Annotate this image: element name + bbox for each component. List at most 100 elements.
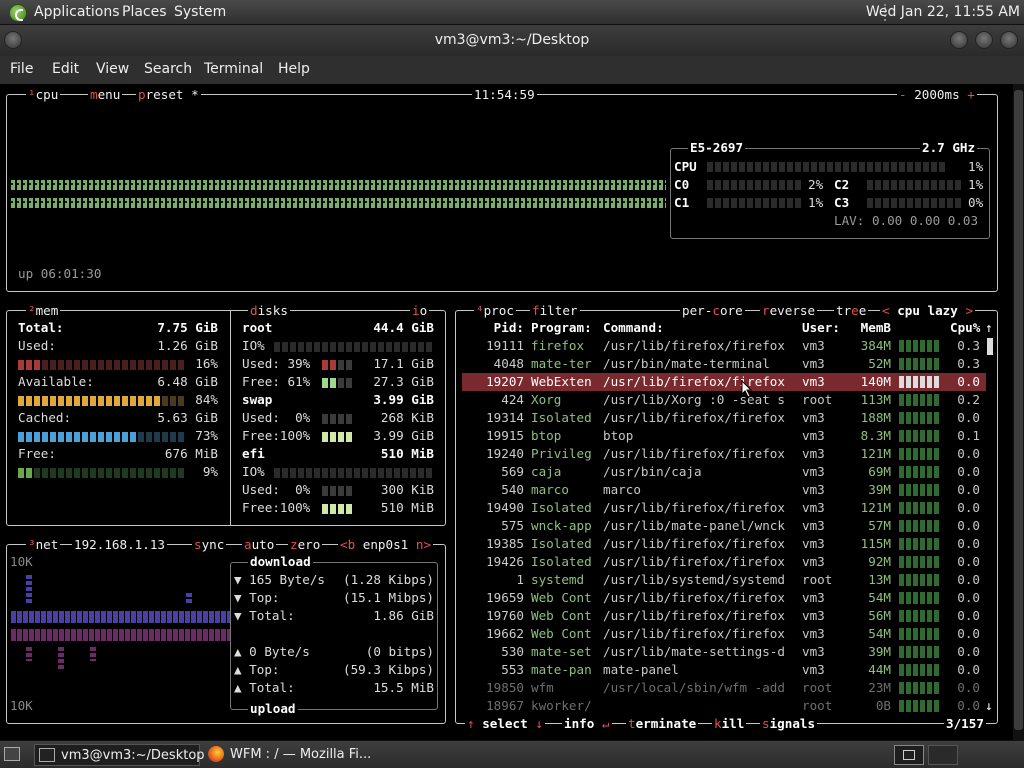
proc-info-button[interactable]: info ↵ [562,717,612,731]
close-button[interactable] [1000,31,1018,49]
cpu-freq: 2.7 GHz [920,140,978,155]
menu-view[interactable]: View [96,61,129,77]
col-mem[interactable]: MemB [857,319,891,337]
col-user[interactable]: User: [802,319,840,337]
net-dl-total: 1.86 GiB [373,608,434,623]
cell-pid: 575 [501,518,524,533]
maximize-button[interactable] [975,31,993,49]
distro-logo-icon[interactable] [9,4,27,22]
window-titlebar[interactable]: vm3@vm3:~/Desktop [0,25,1024,56]
net-sync-toggle[interactable]: sync [192,538,227,552]
proc-box-title[interactable]: ⁴proc [474,304,516,318]
table-row[interactable]: 4048 mate-ter/usr/bin/mate-terminal vm3 52M… [462,355,986,373]
cpu-interval[interactable]: - 2000ms + [897,88,977,102]
proc-scroll-up-icon[interactable]: ↑ [985,319,993,337]
table-row[interactable]: 18967 kworker/root 0B 0.0 [462,697,986,715]
table-row[interactable]: 553 mate-pan mate-panel vm3 44M 0.0 [462,661,986,679]
net-dl-rate-bits: (1.28 Kibps) [343,572,434,587]
places-menu[interactable]: Places [122,4,167,20]
menu-edit[interactable]: Edit [52,61,79,77]
proc-select-control[interactable]: ↑ select ↓ [465,717,545,731]
terminal-scrollbar[interactable] [1013,84,1024,740]
cell-pid: 569 [501,464,524,479]
cpu-box-title[interactable]: ¹cpu [26,88,61,102]
table-row[interactable]: 19662 Web Cont/usr/lib/firefox/firefox vm3… [462,625,986,643]
table-row[interactable]: 540 marco marco vm3 39M 0.0 [462,481,986,499]
workspace-2[interactable] [928,745,958,765]
core-c2-meter [867,180,963,190]
cell-program: mate-pan [531,662,592,677]
proc-kill-button[interactable]: kill [712,717,747,731]
disks-box-title[interactable]: disks [248,304,290,318]
table-row[interactable]: 19314 Isolated/usr/lib/firefox/firefox vm3… [462,409,986,427]
cell-user: vm3 [802,410,825,425]
minimize-button[interactable] [950,31,968,49]
workspace-switcher[interactable] [894,745,924,765]
menu-search[interactable]: Search [144,61,192,77]
col-pid[interactable]: Pid: [462,319,524,337]
cell-user: vm3 [802,464,825,479]
table-row[interactable]: 424 Xorg/usr/lib/Xorg :0 -seat s root 113M 0… [462,391,986,409]
proc-terminate-button[interactable]: terminate [626,717,699,731]
table-row[interactable]: 569 caja/usr/bin/caja vm3 69M 0.0 [462,463,986,481]
cell-cpu: 0.0 [957,572,980,587]
table-row[interactable]: 19426 Isolated/usr/lib/firefox/firefox vm3… [462,553,986,571]
task-terminal[interactable]: vm3@vm3:~/Desktop [34,744,205,766]
cell-user: vm3 [802,428,825,443]
terminal-area[interactable]: ¹cpu menu preset * 11:54:59 - 2000ms + u… [0,84,1024,740]
cell-cpu-graph [899,556,939,568]
cpu-menu-button[interactable]: menu [88,88,123,102]
col-program[interactable]: Program: [531,319,592,337]
cell-cpu: 0.0 [957,626,980,641]
net-dl-rate: ▼ 165 Byte/s [234,572,325,587]
table-row[interactable]: 19850 wfm/usr/local/sbin/wfm -add root 23M 0… [462,679,986,697]
table-row[interactable]: 19659 Web Cont/usr/lib/firefox/firefox vm3… [462,589,986,607]
cell-program: marco [531,482,569,497]
cell-user: vm3 [802,500,825,515]
col-cpu[interactable]: Cpu% [950,319,980,337]
cell-pid: 19111 [486,338,524,353]
applications-menu[interactable]: Applications [34,4,120,20]
table-row[interactable]: 19385 Isolated/usr/lib/firefox/firefox vm3… [462,535,986,553]
proc-tree-toggle[interactable]: tree [834,304,869,318]
net-interface[interactable]: <b enp0s1 n> [338,538,434,552]
show-desktop-icon[interactable] [4,747,20,761]
cell-program: kworker/ [531,698,592,713]
table-row[interactable]: 19760 Web Cont/usr/lib/firefox/firefox vm3… [462,607,986,625]
table-row[interactable]: 530 mate-set/usr/lib/mate-settings-d vm3 39… [462,643,986,661]
cell-command: /usr/lib/mate-settings-d [603,644,785,659]
disks-io-toggle[interactable]: io [410,304,430,318]
clock[interactable]: Wed Jan 22, 11:55 AM [866,4,1020,20]
task-firefox[interactable]: WFM : / — Mozilla Fi... [204,744,384,766]
net-box-title[interactable]: ³net [26,538,61,552]
table-row[interactable]: 1 systemd/usr/lib/systemd/systemd root 13M 0… [462,571,986,589]
system-menu[interactable]: System [174,4,226,20]
menu-terminal[interactable]: Terminal [204,61,263,77]
proc-scroll-down-icon[interactable]: ↓ [985,697,993,715]
table-row[interactable]: 19915 btop btop vm3 8.3M 0.1 [462,427,986,445]
proc-signals-button[interactable]: signals [760,717,818,731]
table-row[interactable]: 19240 Privileg/usr/lib/firefox/firefox vm3… [462,445,986,463]
table-row[interactable]: 19207 WebExten/usr/lib/firefox/firefox vm3… [462,373,986,391]
cell-pid: 18967 [486,698,524,713]
net-zero-toggle[interactable]: zero [288,538,323,552]
cpu-preset-button[interactable]: preset * [136,88,201,102]
terminal-scrollbar-thumb[interactable] [1014,90,1023,730]
cell-program: Web Cont [531,626,592,641]
proc-filter-button[interactable]: filter [530,304,580,318]
proc-reverse-toggle[interactable]: reverse [760,304,818,318]
table-row[interactable]: 575 wnck-app/usr/lib/mate-panel/wnck vm3 57… [462,517,986,535]
menu-help[interactable]: Help [278,61,310,77]
net-dl-top: (15.1 Mibps) [343,590,434,605]
table-row[interactable]: 19490 Isolated/usr/lib/firefox/firefox vm3… [462,499,986,517]
table-row[interactable]: 19111 firefox/usr/lib/firefox/firefox vm3 3… [462,337,986,355]
proc-sort-selector[interactable]: < cpu lazy > [880,304,976,318]
proc-per-core-toggle[interactable]: per-core [680,304,745,318]
mem-box-title[interactable]: ²mem [26,304,61,318]
window-menu-button[interactable] [4,31,22,49]
cell-program: Privileg [531,446,592,461]
proc-scrollbar-thumb[interactable] [987,338,993,355]
menu-file[interactable]: File [10,61,33,77]
net-auto-toggle[interactable]: auto [242,538,277,552]
col-command[interactable]: Command: [603,319,664,337]
